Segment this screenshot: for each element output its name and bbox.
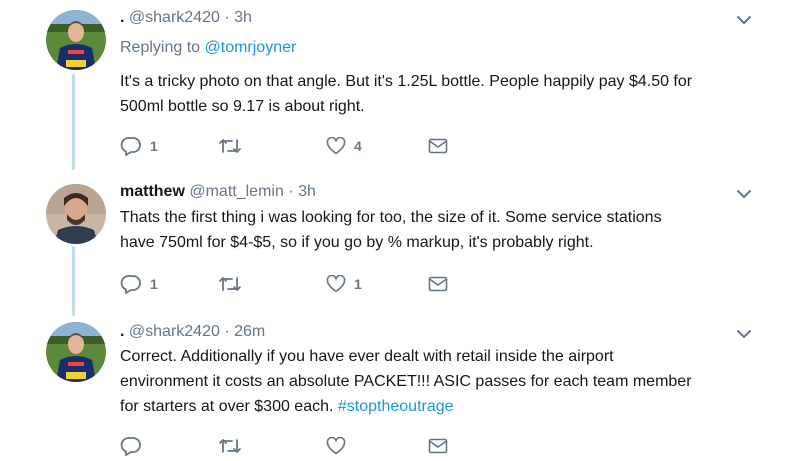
- timestamp[interactable]: 3h: [298, 183, 316, 200]
- display-name[interactable]: .: [120, 9, 124, 26]
- retweet-button[interactable]: [218, 272, 250, 296]
- user-handle[interactable]: @matt_lemin: [189, 183, 284, 200]
- tweet-text-segment: for starters at over $300 each.: [120, 398, 338, 415]
- envelope-icon: [428, 276, 448, 292]
- retweet-button[interactable]: [218, 134, 250, 158]
- retweet-icon: [219, 139, 241, 153]
- chevron-down-icon[interactable]: [736, 328, 752, 340]
- tweet-text: Thats the first thing i was looking for …: [120, 205, 770, 255]
- tweet[interactable]: . @shark2420 · 3h Replying to @tomrjoyne…: [0, 0, 800, 170]
- envelope-icon: [428, 438, 448, 454]
- tweet-text: It's a tricky photo on that angle. But i…: [120, 69, 770, 119]
- tweet-text-line: have 750ml for $4-$5, so if you go by % …: [120, 234, 594, 251]
- retweet-icon: [219, 439, 241, 453]
- tweet-text-line: environment it costs an absolute PACKET!…: [120, 373, 692, 390]
- replying-prefix: Replying to: [120, 39, 205, 56]
- reply-count: 1: [150, 276, 158, 292]
- direct-message-button[interactable]: [428, 434, 448, 458]
- avatar[interactable]: [46, 10, 106, 70]
- envelope-icon: [428, 138, 448, 154]
- tweet[interactable]: matthew @matt_lemin · 3h Thats the first…: [0, 170, 800, 316]
- like-button[interactable]: 4: [326, 134, 362, 158]
- tweet-header: . @shark2420 · 26m: [120, 322, 265, 342]
- heart-icon: [326, 137, 346, 155]
- reply-button[interactable]: 1: [120, 272, 158, 296]
- chevron-down-icon[interactable]: [736, 188, 752, 200]
- tweet-text-line: It's a tricky photo on that angle. But i…: [120, 73, 693, 90]
- tweet-text: Correct. Additionally if you have ever d…: [120, 344, 770, 419]
- replying-to: Replying to @tomrjoyner: [120, 38, 296, 58]
- reply-icon: [120, 275, 141, 294]
- like-count: 1: [354, 276, 362, 292]
- reply-button[interactable]: [120, 434, 150, 458]
- tweet-text-line: for starters at over $300 each. #stopthe…: [120, 394, 770, 419]
- reply-icon: [120, 137, 141, 156]
- reply-icon: [120, 437, 141, 456]
- mention-link[interactable]: @tomrjoyner: [205, 39, 297, 56]
- like-count: 4: [354, 138, 362, 154]
- chevron-down-icon[interactable]: [736, 14, 752, 26]
- tweet[interactable]: . @shark2420 · 26m Correct. Additionally…: [0, 316, 800, 461]
- tweet-text-line: 500ml bottle so 9.17 is about right.: [120, 98, 365, 115]
- heart-icon: [326, 437, 346, 455]
- tweet-header: . @shark2420 · 3h: [120, 8, 252, 28]
- avatar[interactable]: [46, 184, 106, 244]
- retweet-button[interactable]: [218, 434, 250, 458]
- tweet-text-line: Correct. Additionally if you have ever d…: [120, 348, 614, 365]
- retweet-icon: [219, 277, 241, 291]
- like-button[interactable]: [326, 434, 354, 458]
- reply-count: 1: [150, 138, 158, 154]
- direct-message-button[interactable]: [428, 272, 448, 296]
- hashtag-link[interactable]: #stoptheoutrage: [338, 398, 454, 415]
- separator-dot: ·: [224, 9, 230, 26]
- display-name[interactable]: .: [120, 323, 124, 340]
- separator-dot: ·: [288, 183, 294, 200]
- heart-icon: [326, 275, 346, 293]
- display-name[interactable]: matthew: [120, 183, 185, 200]
- user-handle[interactable]: @shark2420: [129, 9, 220, 26]
- tweet-header: matthew @matt_lemin · 3h: [120, 182, 316, 202]
- timestamp[interactable]: 26m: [234, 323, 265, 340]
- tweet-text-line: Thats the first thing i was looking for …: [120, 209, 662, 226]
- user-handle[interactable]: @shark2420: [129, 323, 220, 340]
- avatar[interactable]: [46, 322, 106, 382]
- like-button[interactable]: 1: [326, 272, 362, 296]
- reply-button[interactable]: 1: [120, 134, 158, 158]
- timestamp[interactable]: 3h: [234, 9, 252, 26]
- direct-message-button[interactable]: [428, 134, 448, 158]
- separator-dot: ·: [224, 323, 230, 340]
